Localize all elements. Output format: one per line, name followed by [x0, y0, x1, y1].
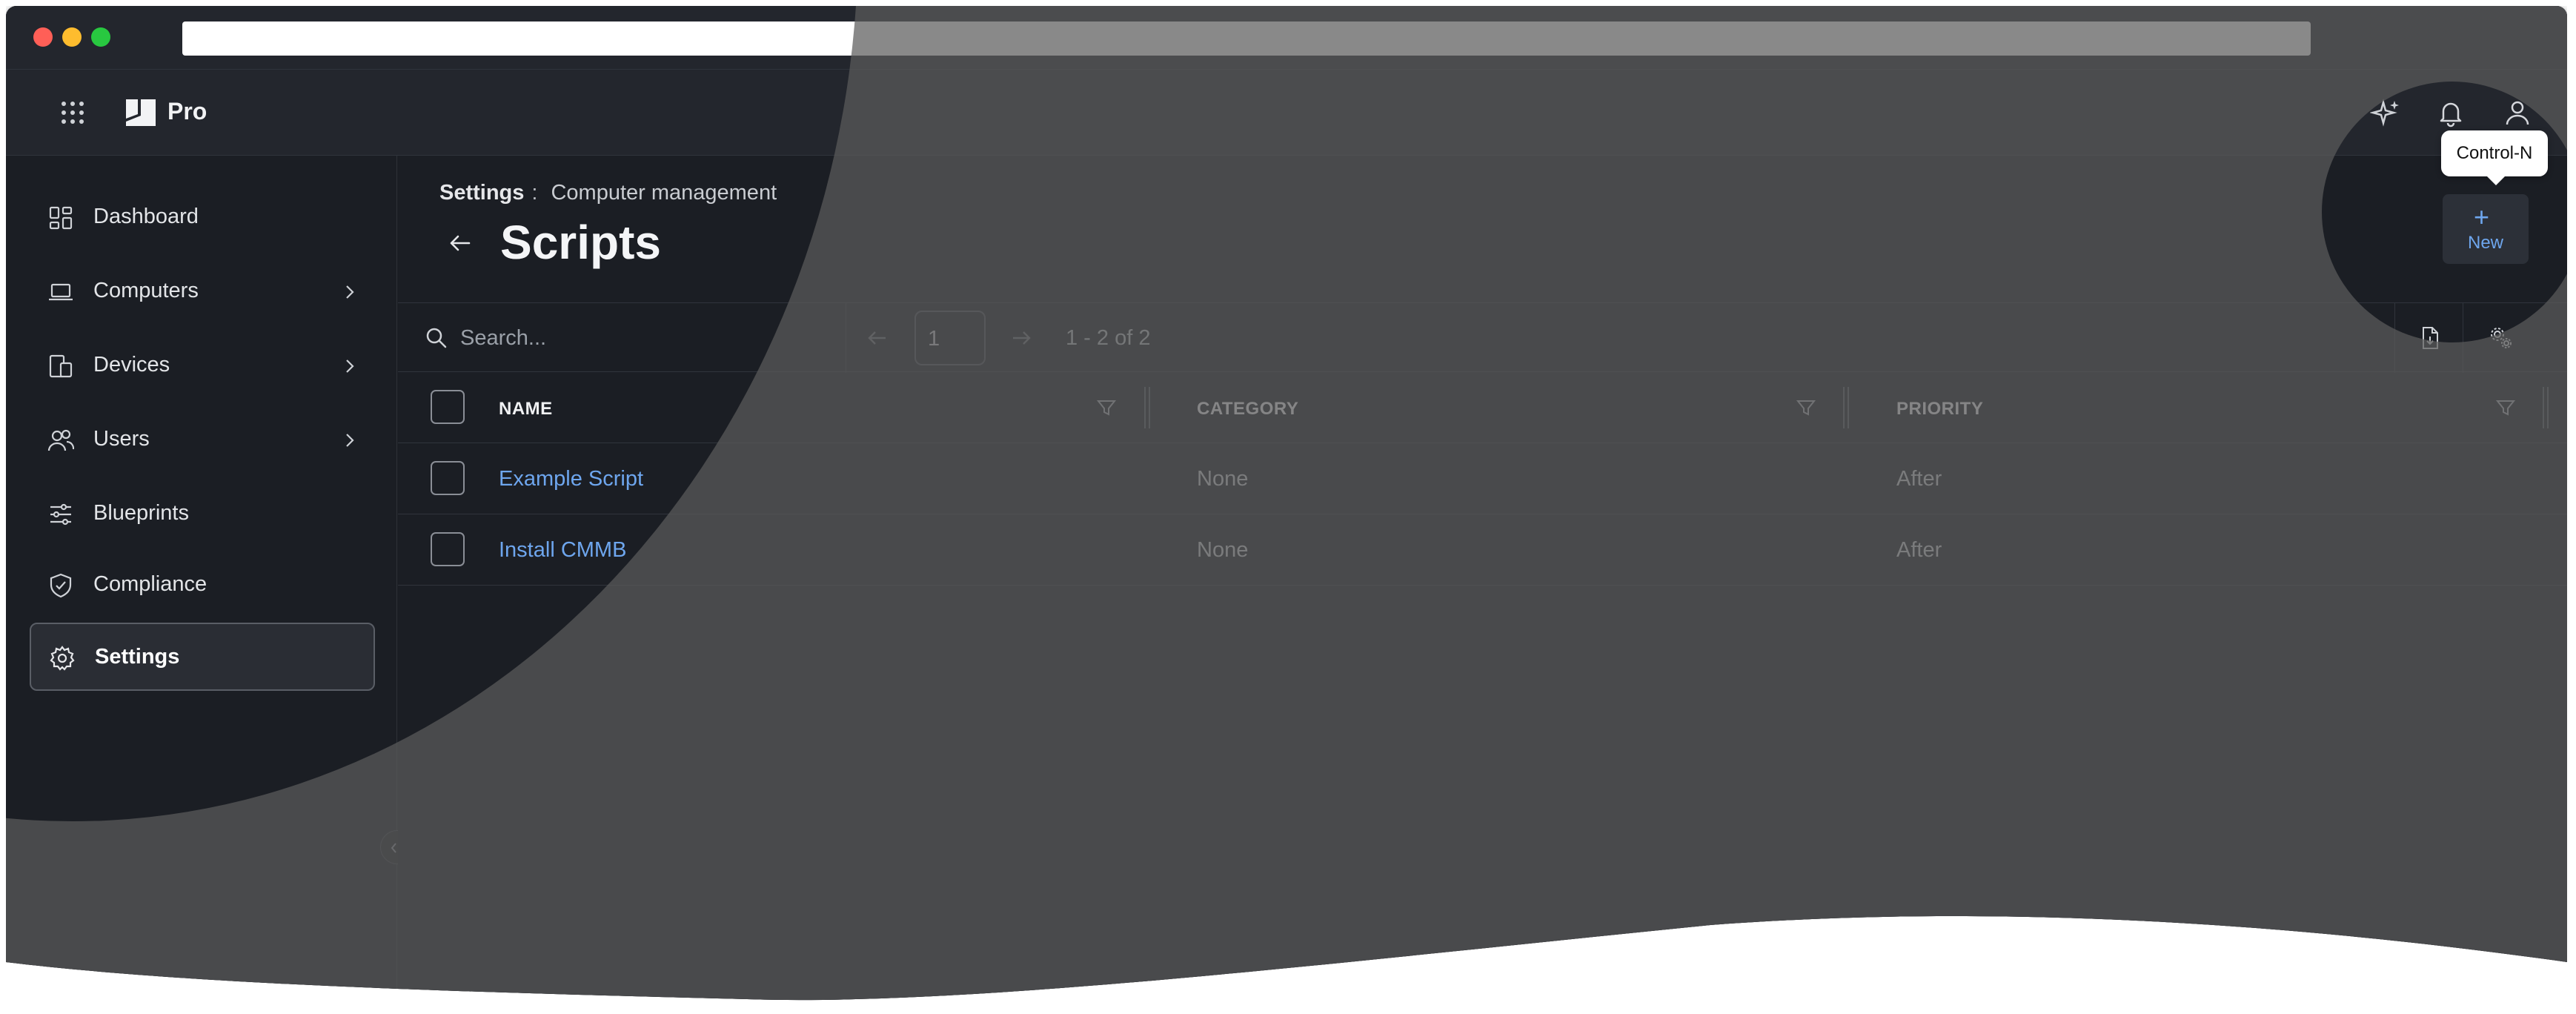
sidebar-item-compliance[interactable]: Compliance	[30, 551, 375, 620]
script-category: None	[1197, 538, 1249, 562]
dashboard-icon	[47, 205, 74, 231]
sidebar-item-settings[interactable]: Settings	[30, 623, 375, 691]
laptop-icon	[47, 279, 74, 305]
select-all-checkbox[interactable]	[431, 390, 465, 424]
sidebar-item-devices[interactable]: Devices	[30, 332, 375, 400]
column-header-category[interactable]: CATEGORY	[1197, 399, 1298, 420]
table-header: NAME CATEGORY PRIORITY	[398, 372, 2567, 443]
address-bar[interactable]	[182, 21, 2311, 56]
table-row[interactable]: Install CMMB None After	[398, 514, 2567, 586]
plus-icon: +	[2474, 202, 2490, 232]
users-icon	[47, 427, 74, 454]
table-row[interactable]: Example Script None After	[398, 443, 2567, 514]
row-checkbox[interactable]	[431, 532, 465, 566]
sidebar-item-dashboard[interactable]: Dashboard	[30, 184, 375, 252]
table-toolbar: 1 1 - 2 of 2	[398, 302, 2567, 372]
shield-check-icon	[47, 572, 74, 599]
filter-icon[interactable]	[1796, 397, 1816, 418]
new-button-label: New	[2467, 233, 2503, 253]
minimize-window-button[interactable]	[62, 27, 82, 47]
sidebar-item-users[interactable]: Users	[30, 406, 375, 474]
sidebar-item-computers[interactable]: Computers	[30, 258, 375, 326]
row-checkbox[interactable]	[431, 461, 465, 495]
column-resize-handle[interactable]	[1843, 387, 1849, 428]
pagination-info: 1 - 2 of 2	[1066, 326, 1151, 350]
sparkles-icon[interactable]	[2370, 98, 2401, 129]
script-priority: After	[1896, 467, 1942, 491]
script-name-link[interactable]: Install CMMB	[499, 538, 626, 563]
sidebar-item-label: Users	[93, 427, 150, 451]
sidebar-item-label: Blueprints	[93, 501, 189, 525]
sidebar-item-blueprints[interactable]: Blueprints	[30, 480, 375, 549]
devices-icon	[47, 353, 74, 380]
main-content: Settings: Computer management Scripts + N…	[398, 156, 2567, 1007]
bell-icon[interactable]	[2435, 98, 2466, 129]
script-category: None	[1197, 467, 1249, 491]
export-file-icon[interactable]	[2417, 325, 2443, 351]
close-window-button[interactable]	[33, 27, 53, 47]
title-bar	[6, 6, 2567, 70]
breadcrumb-parent[interactable]: Settings	[439, 181, 524, 205]
page-number-input[interactable]: 1	[914, 311, 986, 365]
sidebar-item-label: Dashboard	[93, 205, 199, 228]
sidebar-item-label: Settings	[95, 645, 180, 669]
breadcrumb: Settings: Computer management	[439, 181, 777, 205]
brand-logo-icon[interactable]	[125, 96, 157, 129]
toolbar-divider	[2394, 303, 2395, 373]
sidebar: Dashboard Computers Devices Users Bluepr…	[6, 156, 397, 1007]
sidebar-item-label: Devices	[93, 353, 170, 377]
filter-icon[interactable]	[2495, 397, 2516, 418]
page-title: Scripts	[500, 216, 661, 269]
next-page-icon[interactable]	[1009, 325, 1034, 351]
brand-name: Pro	[167, 98, 208, 125]
browser-window: Pro Dashboard Computers Devices Users Bl…	[6, 6, 2567, 1007]
script-priority: After	[1896, 538, 1942, 562]
sliders-icon	[47, 501, 74, 528]
column-resize-handle[interactable]	[2543, 387, 2549, 428]
chevron-right-icon	[339, 282, 360, 302]
column-header-name[interactable]: NAME	[499, 399, 553, 420]
search-input[interactable]	[460, 318, 771, 358]
chevron-right-icon	[339, 430, 360, 451]
settings-gears-icon[interactable]	[2489, 325, 2514, 351]
column-header-priority[interactable]: PRIORITY	[1896, 399, 1983, 420]
user-profile-icon[interactable]	[2502, 98, 2533, 129]
previous-page-icon[interactable]	[865, 325, 890, 351]
search-icon	[425, 326, 448, 350]
new-script-button[interactable]: + New	[2443, 194, 2529, 264]
sidebar-item-label: Compliance	[93, 572, 208, 596]
gear-icon	[49, 645, 76, 672]
back-arrow-icon[interactable]	[447, 230, 474, 256]
sidebar-item-label: Computers	[93, 279, 199, 302]
breadcrumb-separator: :	[531, 181, 538, 205]
top-navigation: Pro	[6, 70, 2567, 156]
chevron-right-icon	[339, 356, 360, 377]
new-button-tooltip: Control-N	[2441, 130, 2548, 176]
app-grid-icon[interactable]	[61, 101, 84, 125]
filter-icon[interactable]	[1096, 397, 1117, 418]
breadcrumb-current: Computer management	[551, 181, 777, 205]
zoom-window-button[interactable]	[91, 27, 110, 47]
column-resize-handle[interactable]	[1144, 387, 1150, 428]
script-name-link[interactable]: Example Script	[499, 467, 643, 491]
